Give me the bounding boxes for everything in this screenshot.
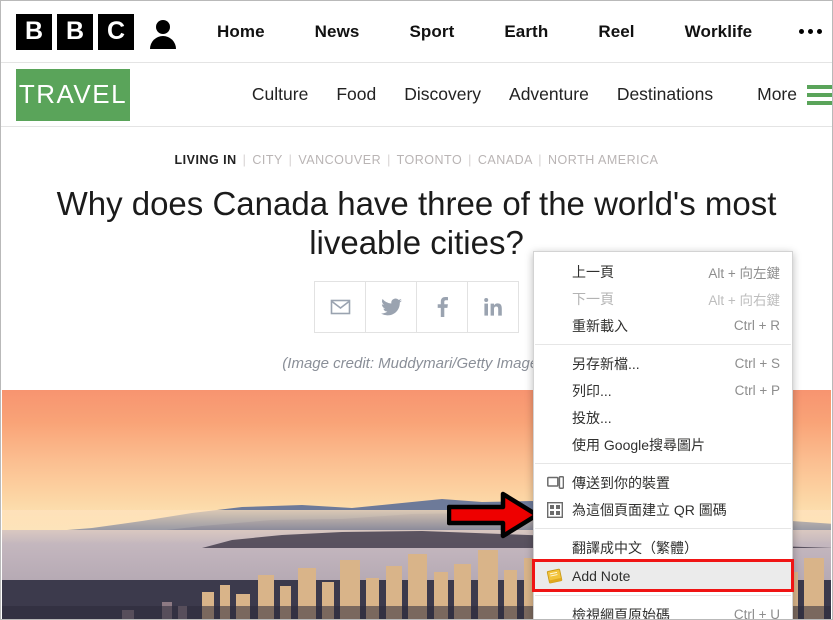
menu-item-save-as[interactable]: 另存新檔... Ctrl + S <box>534 350 792 377</box>
menu-item-reload[interactable]: 重新載入 Ctrl + R <box>534 312 792 339</box>
hamburger-bar-2 <box>807 92 832 97</box>
travel-more-label: More <box>757 84 797 104</box>
avatar-head <box>156 19 170 34</box>
browser-page: B B C Home News Sport Earth Reel Worklif… <box>0 0 833 620</box>
menu-separator <box>535 344 791 345</box>
linkedin-share-icon[interactable] <box>467 280 519 333</box>
menu-item-icon-placeholder <box>543 290 567 308</box>
menu-item-label: 上一頁 <box>572 263 614 280</box>
menu-item-icon-placeholder <box>543 317 567 335</box>
menu-item-add-note[interactable]: Add Note <box>532 559 794 592</box>
hamburger-menu-icon[interactable] <box>807 84 832 105</box>
menu-item-label: 投放... <box>572 409 612 426</box>
hamburger-bar-3 <box>807 100 832 105</box>
menu-item-label: 使用 Google搜尋圖片 <box>572 436 706 453</box>
menu-item-icon-placeholder <box>543 263 567 281</box>
ellipsis-dot-2 <box>808 29 814 34</box>
browser-context-menu[interactable]: 上一頁 Alt + 向左鍵 下一頁 Alt + 向右鍵 重新載入 Ctrl + … <box>532 251 794 620</box>
menu-item-shortcut: Ctrl + R <box>733 318 780 333</box>
menu-item-send-to-device[interactable]: 傳送到你的裝置 <box>534 469 792 496</box>
menu-item-label: 傳送到你的裝置 <box>572 474 670 491</box>
menu-item-icon-placeholder <box>543 382 567 400</box>
menu-item-print[interactable]: 列印... Ctrl + P <box>534 377 792 404</box>
send-to-device-icon <box>543 474 567 492</box>
email-share-icon[interactable] <box>314 280 366 333</box>
sticky-note-icon <box>543 567 567 585</box>
menu-item-translate[interactable]: 翻譯成中文（繁體） <box>534 534 792 561</box>
breadcrumb-item-toronto[interactable]: TORONTO <box>397 153 463 167</box>
menu-item-label: Add Note <box>572 567 631 584</box>
travel-nav-item-culture[interactable]: Culture <box>238 84 322 105</box>
nav-item-worklife[interactable]: Worklife <box>660 22 778 42</box>
breadcrumb-item-north-america[interactable]: NORTH AMERICA <box>548 153 658 167</box>
breadcrumb-separator: | <box>468 153 472 167</box>
menu-item-label: 下一頁 <box>572 290 614 307</box>
menu-separator <box>535 528 791 529</box>
menu-item-shortcut: Ctrl + U <box>733 607 780 620</box>
hamburger-bar-1 <box>807 84 832 89</box>
menu-item-label: 檢視網頁原始碼 <box>572 606 670 620</box>
menu-item-back[interactable]: 上一頁 Alt + 向左鍵 <box>534 258 792 285</box>
menu-item-shortcut: Ctrl + S <box>734 356 780 371</box>
menu-item-label: 翻譯成中文（繁體） <box>572 539 698 556</box>
travel-nav-item-discovery[interactable]: Discovery <box>390 84 495 105</box>
red-pointer-arrow <box>447 491 539 539</box>
nav-item-home[interactable]: Home <box>192 22 290 42</box>
travel-nav-item-adventure[interactable]: Adventure <box>495 84 603 105</box>
qr-code-icon <box>543 501 567 519</box>
breadcrumb: LIVING IN | CITY | VANCOUVER | TORONTO |… <box>1 153 832 167</box>
menu-item-icon-placeholder <box>543 355 567 373</box>
nav-item-reel[interactable]: Reel <box>573 22 659 42</box>
twitter-share-icon[interactable] <box>365 280 417 333</box>
menu-item-shortcut: Alt + 向左鍵 <box>708 265 780 281</box>
avatar-body <box>150 35 176 49</box>
menu-item-search-image-google[interactable]: 使用 Google搜尋圖片 <box>534 431 792 458</box>
breadcrumb-lead[interactable]: LIVING IN <box>175 153 237 167</box>
menu-item-create-qr-code[interactable]: 為這個頁面建立 QR 圖碼 <box>534 496 792 523</box>
facebook-share-icon[interactable] <box>416 280 468 333</box>
menu-item-icon-placeholder <box>543 409 567 427</box>
travel-nav-item-destinations[interactable]: Destinations <box>603 84 727 105</box>
bbc-logo-letter-1: B <box>16 13 52 50</box>
bbc-logo-letter-3: C <box>98 13 134 50</box>
nav-item-sport[interactable]: Sport <box>384 22 479 42</box>
menu-item-shortcut: Alt + 向右鍵 <box>708 292 780 308</box>
bbc-logo-letter-2: B <box>57 13 93 50</box>
bbc-logo[interactable]: B B C <box>16 13 134 50</box>
breadcrumb-separator: | <box>242 153 247 167</box>
breadcrumb-separator: | <box>288 153 293 167</box>
breadcrumb-item-canada[interactable]: CANADA <box>478 153 532 167</box>
ellipsis-dot-1 <box>799 29 805 34</box>
breadcrumb-item-vancouver[interactable]: VANCOUVER <box>298 153 381 167</box>
travel-nav-item-food[interactable]: Food <box>322 84 390 105</box>
menu-item-icon-placeholder <box>543 436 567 454</box>
menu-item-icon-placeholder <box>543 606 567 620</box>
bbc-primary-nav: Home News Sport Earth Reel Worklife <box>192 22 777 42</box>
menu-item-label: 為這個頁面建立 QR 圖碼 <box>572 501 727 518</box>
menu-item-label: 重新載入 <box>572 317 628 334</box>
menu-item-label: 另存新檔... <box>572 355 640 372</box>
menu-separator <box>535 463 791 464</box>
menu-item-label: 列印... <box>572 382 612 399</box>
menu-item-shortcut: Ctrl + P <box>734 383 780 398</box>
travel-brand-logo[interactable]: TRAVEL <box>16 68 130 121</box>
breadcrumb-separator: | <box>538 153 543 167</box>
travel-nav: Culture Food Discovery Adventure Destina… <box>238 84 727 105</box>
menu-item-view-source[interactable]: 檢視網頁原始碼 Ctrl + U <box>534 601 792 620</box>
nav-item-news[interactable]: News <box>290 22 385 42</box>
travel-more-button[interactable]: More <box>757 84 832 105</box>
breadcrumb-item-city[interactable]: CITY <box>252 153 282 167</box>
menu-item-cast[interactable]: 投放... <box>534 404 792 431</box>
ellipsis-icon[interactable] <box>799 29 823 34</box>
menu-separator <box>535 595 791 596</box>
bbc-global-header: B B C Home News Sport Earth Reel Worklif… <box>1 1 832 63</box>
travel-section-header: TRAVEL Culture Food Discovery Adventure … <box>1 63 832 127</box>
breadcrumb-separator: | <box>387 153 391 167</box>
nav-item-earth[interactable]: Earth <box>479 22 573 42</box>
menu-item-icon-placeholder <box>543 539 567 557</box>
ellipsis-dot-3 <box>817 29 823 34</box>
menu-item-forward: 下一頁 Alt + 向右鍵 <box>534 285 792 312</box>
